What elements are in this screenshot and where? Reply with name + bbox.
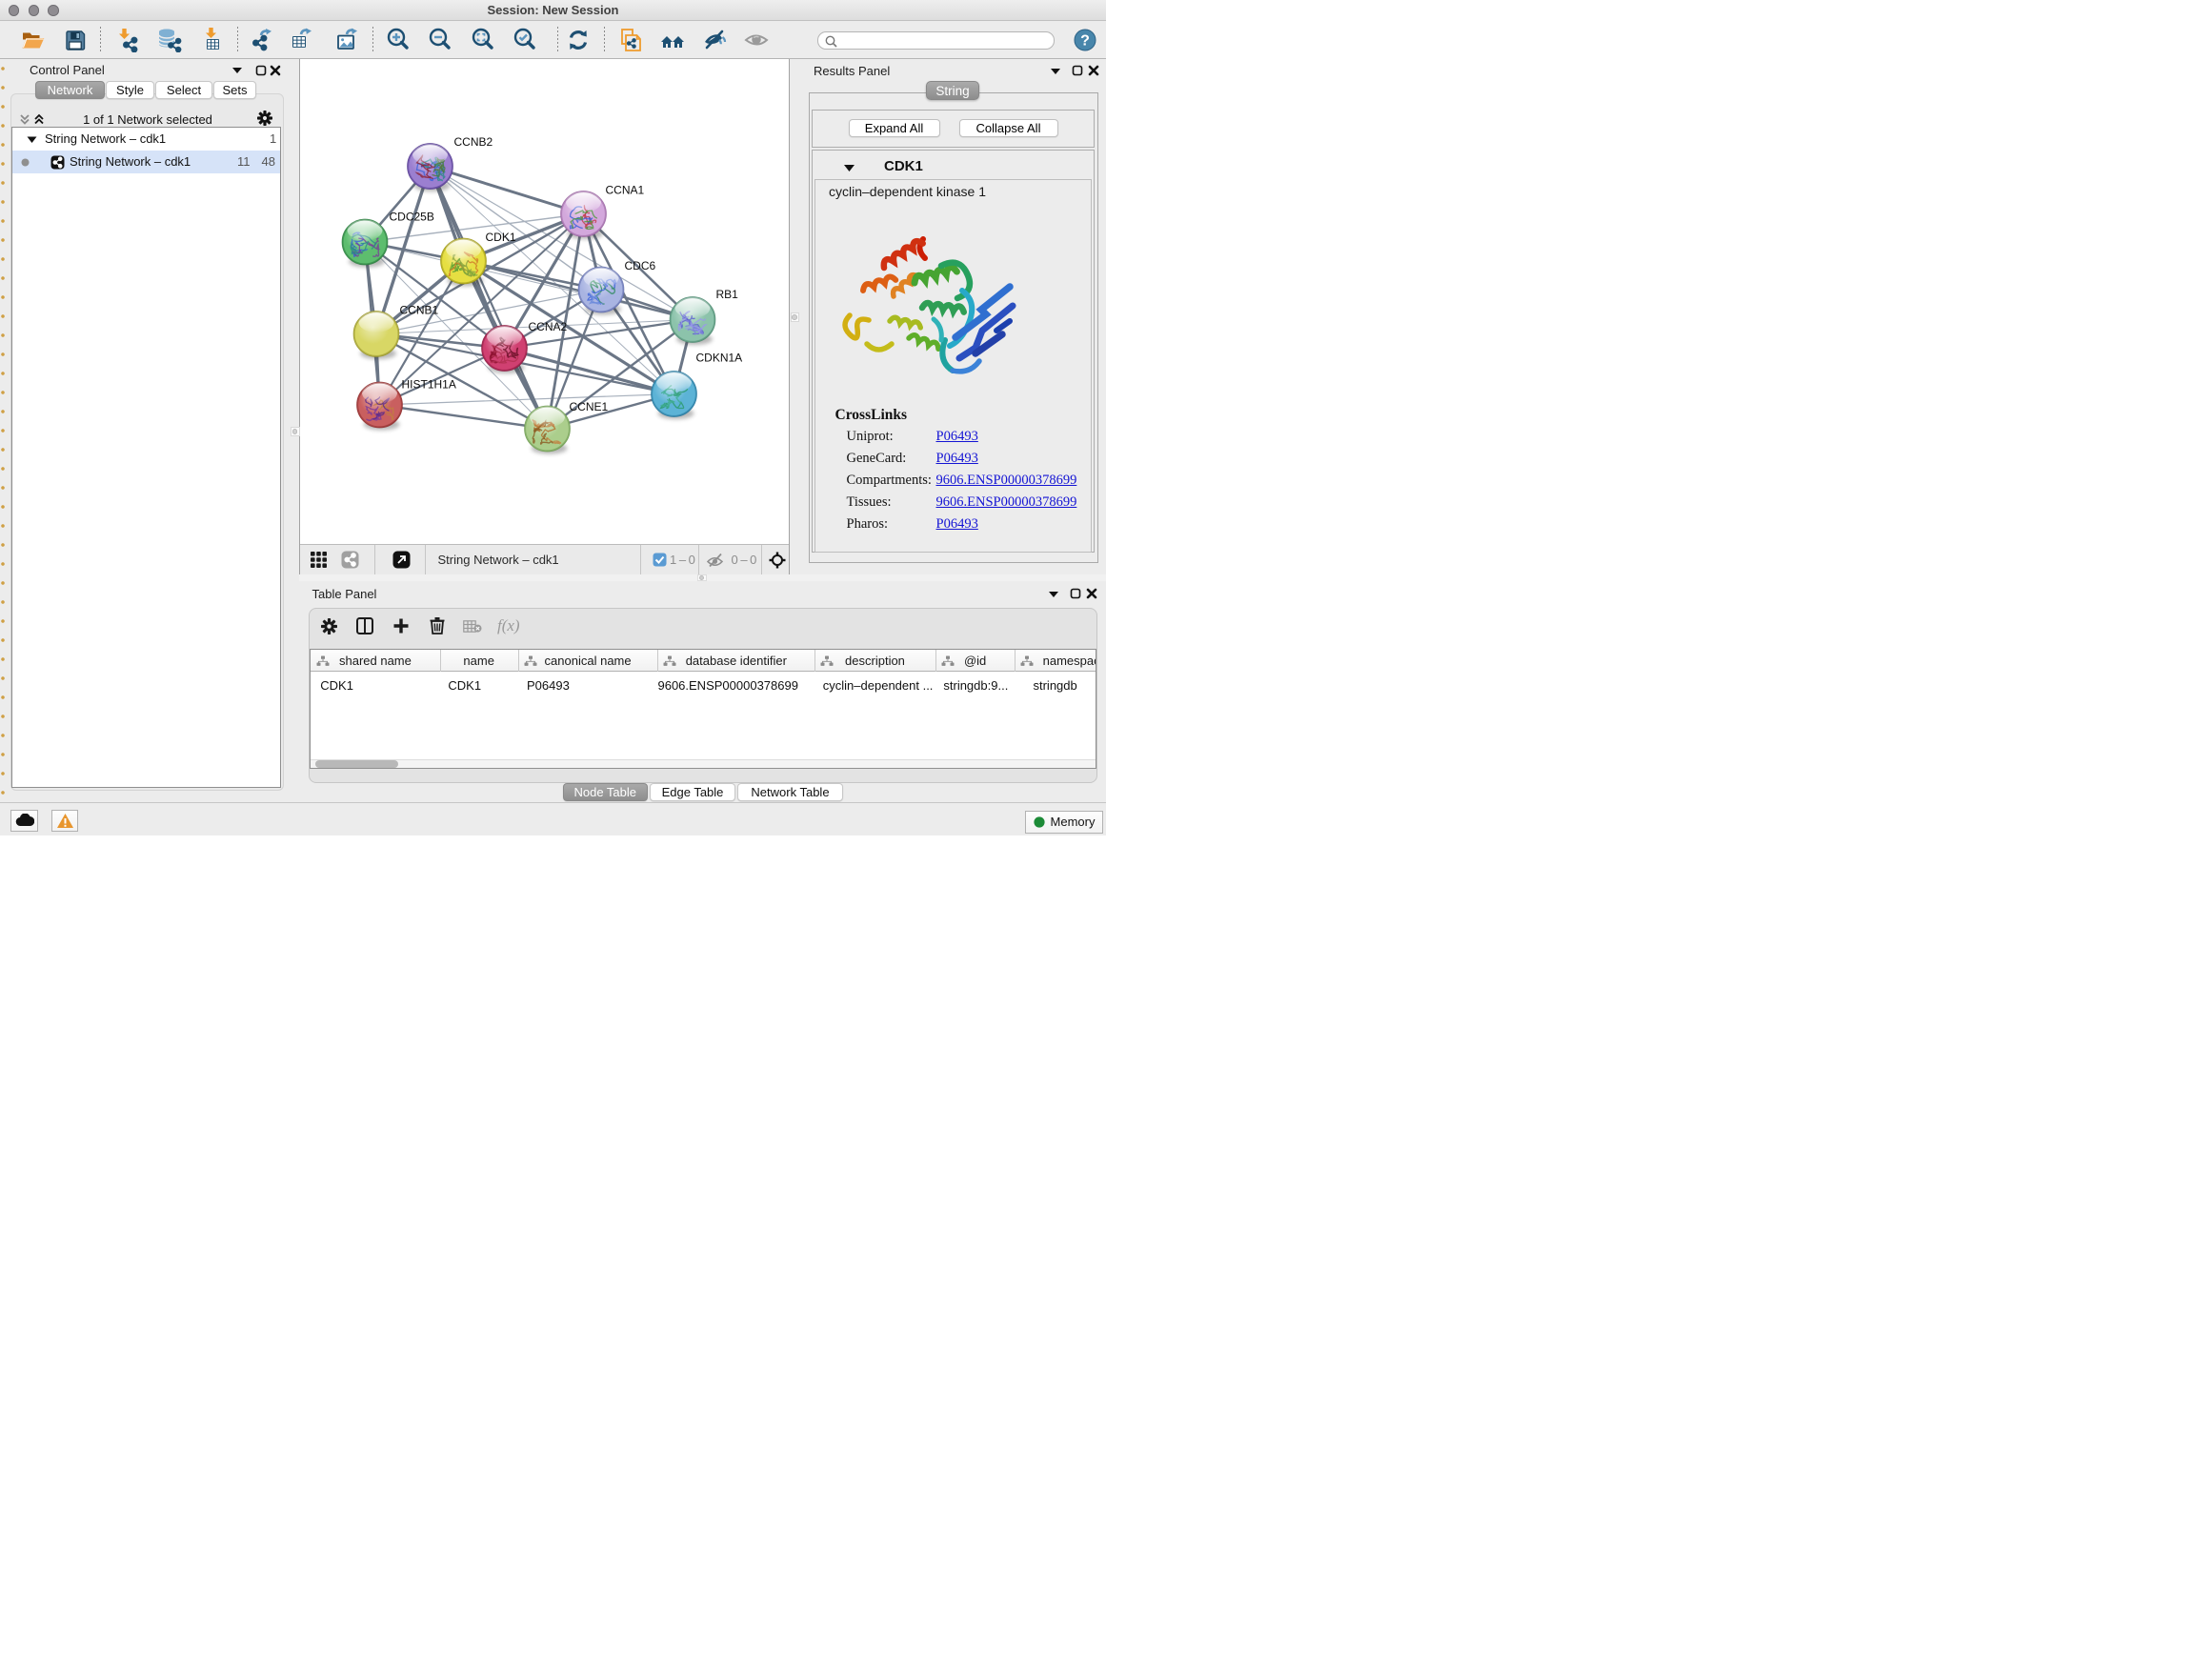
svg-text:CDC25B: CDC25B xyxy=(390,211,434,224)
svg-text:RB1: RB1 xyxy=(716,288,739,301)
svg-text:CDC6: CDC6 xyxy=(625,259,656,272)
svg-text:CCNE1: CCNE1 xyxy=(570,400,609,413)
svg-text:CDKN1A: CDKN1A xyxy=(696,352,743,365)
svg-text:?: ? xyxy=(1080,33,1090,50)
svg-text:CCNA1: CCNA1 xyxy=(606,184,645,197)
svg-text:CCNB2: CCNB2 xyxy=(454,135,493,149)
svg-text:CCNB1: CCNB1 xyxy=(400,304,439,317)
svg-text:HIST1H1A: HIST1H1A xyxy=(402,378,456,392)
svg-text:CCNA2: CCNA2 xyxy=(529,320,568,333)
svg-text:CDK1: CDK1 xyxy=(486,231,516,244)
